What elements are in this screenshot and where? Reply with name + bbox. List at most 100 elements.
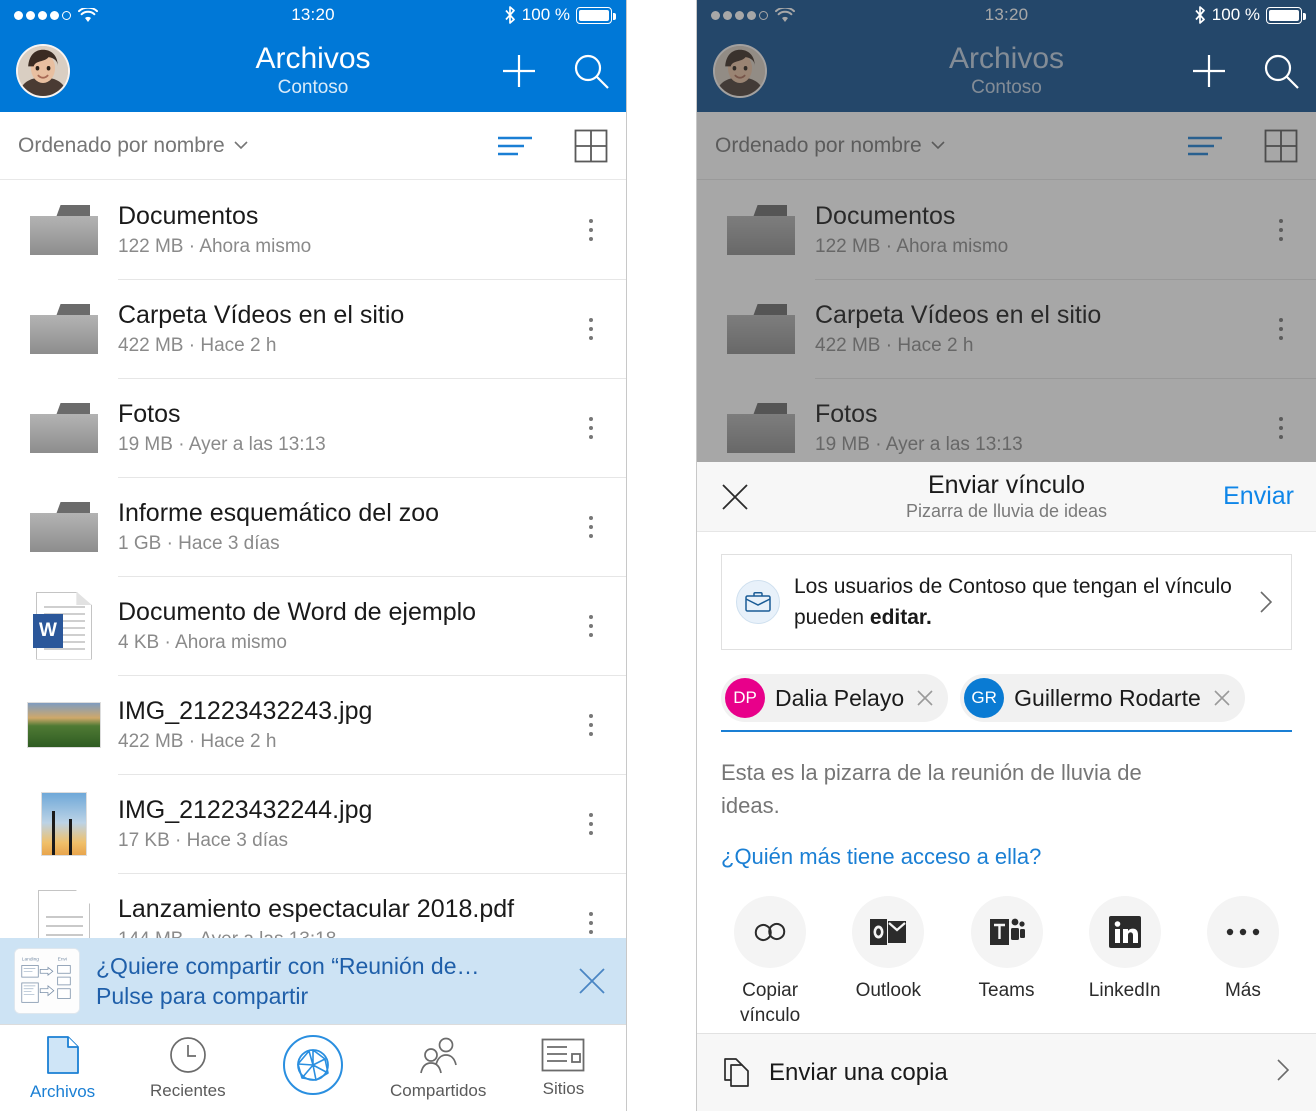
share-notification-banner[interactable]: Landing Envi ¿Quiere compartir con “Reun… xyxy=(0,938,626,1024)
file-name: Informe esquemático del zoo xyxy=(118,498,440,527)
tab-sitios[interactable]: Sitios xyxy=(501,1038,626,1099)
notification-text: ¿Quiere compartir con “Reunión de… Pulse… xyxy=(80,951,572,1011)
tab-label: Archivos xyxy=(30,1081,96,1101)
share-target-mas[interactable]: Más xyxy=(1184,896,1302,1028)
search-icon[interactable] xyxy=(572,52,610,90)
more-options-icon xyxy=(1264,416,1298,439)
share-target-copiar-vinculo[interactable]: Copiar vínculo xyxy=(711,896,829,1028)
file-row-carpeta-videos[interactable]: Carpeta Vídeos en el sitio 422 MB · Hace… xyxy=(0,279,626,378)
recipients-field[interactable]: DP Dalia Pelayo GR Guillermo Rodarte xyxy=(721,674,1292,722)
sort-by-button: Ordenado por nombre xyxy=(715,134,945,158)
file-row-img-243[interactable]: IMG_21223432243.jpg 422 MB · Hace 2 h xyxy=(0,675,626,774)
photo-thumbnail-landscape xyxy=(22,701,106,748)
folder-icon xyxy=(719,402,803,453)
close-icon[interactable] xyxy=(572,964,612,998)
sort-bar: Ordenado por nombre xyxy=(0,112,626,180)
list-view-icon[interactable] xyxy=(496,133,534,159)
more-options-icon[interactable] xyxy=(574,812,608,835)
tab-archivos[interactable]: Archivos xyxy=(0,1035,125,1102)
send-a-copy-row[interactable]: Enviar una copia xyxy=(697,1033,1316,1111)
grid-view-icon[interactable] xyxy=(574,129,608,163)
more-options-icon[interactable] xyxy=(574,614,608,637)
chevron-right-icon xyxy=(1255,590,1277,614)
close-icon[interactable] xyxy=(719,481,751,513)
more-options-icon[interactable] xyxy=(574,218,608,241)
more-options-icon[interactable] xyxy=(574,416,608,439)
file-meta: 122 MB · Ahora mismo xyxy=(118,235,312,257)
file-meta: 4 KB · Ahora mismo xyxy=(118,631,287,653)
notification-subtitle: Pulse para compartir xyxy=(96,983,309,1009)
more-options-icon[interactable] xyxy=(574,515,608,538)
chevron-down-icon xyxy=(931,141,945,150)
recipient-name: Guillermo Rodarte xyxy=(1014,684,1201,711)
file-info: Documentos 122 MB · Ahora mismo xyxy=(803,200,1264,260)
more-options-icon[interactable] xyxy=(574,713,608,736)
tab-camera[interactable] xyxy=(250,1034,375,1103)
recipient-chip-guillermo[interactable]: GR Guillermo Rodarte xyxy=(960,674,1245,722)
bluetooth-icon xyxy=(1195,6,1205,24)
whiteboard-thumbnail: Landing Envi xyxy=(14,948,80,1014)
more-options-icon[interactable] xyxy=(574,317,608,340)
file-row-informe-zoo[interactable]: Informe esquemático del zoo 1 GB · Hace … xyxy=(0,477,626,576)
grid-view-icon xyxy=(1264,129,1298,162)
close-icon-glyph xyxy=(1214,690,1230,706)
screenshot-stage: 13:20 100 % Archivos Contoso Ordenado po… xyxy=(0,0,1316,1111)
people-icon xyxy=(420,1037,458,1073)
briefcase-icon xyxy=(736,580,780,624)
more-options-icon[interactable] xyxy=(574,911,608,934)
folder-icon xyxy=(22,204,106,255)
camera-shutter-icon xyxy=(283,1034,343,1095)
link-permission-row[interactable]: Los usuarios de Contoso que tengan el ví… xyxy=(721,554,1292,650)
avatar[interactable] xyxy=(16,44,70,98)
folder-icon xyxy=(719,303,803,354)
link-icon xyxy=(734,896,807,968)
teams-icon xyxy=(970,896,1043,968)
folder-icon xyxy=(22,402,106,453)
file-row-carpeta-videos: Carpeta Vídeos en el sitio 422 MB · Hace… xyxy=(697,279,1316,378)
file-row-documentos[interactable]: Documentos 122 MB · Ahora mismo xyxy=(0,180,626,279)
send-button[interactable]: Enviar xyxy=(1223,482,1294,511)
recipient-chip-dalia[interactable]: DP Dalia Pelayo xyxy=(721,674,949,722)
tab-compartidos[interactable]: Compartidos xyxy=(376,1036,501,1101)
close-icon[interactable] xyxy=(1211,688,1233,708)
share-targets-row: Copiar vínculo Outlook Teams LinkedIn Má… xyxy=(711,896,1302,1028)
status-bar: 13:20 100 % xyxy=(0,0,626,30)
view-toggle-group xyxy=(1186,129,1298,163)
folder-icon xyxy=(22,303,106,354)
clock-icon xyxy=(169,1036,206,1073)
folder-icon xyxy=(22,501,106,552)
copy-file-icon xyxy=(724,1057,749,1087)
outlook-icon xyxy=(852,896,925,968)
phone-left-files-list: 13:20 100 % Archivos Contoso Ordenado po… xyxy=(0,0,627,1111)
tab-recientes[interactable]: Recientes xyxy=(125,1036,250,1101)
file-meta: 422 MB · Hace 2 h xyxy=(118,334,277,356)
file-meta: 19 MB · Ayer a las 13:13 xyxy=(118,433,326,455)
folder-icon xyxy=(719,204,803,255)
close-icon[interactable] xyxy=(914,688,936,708)
sort-by-button[interactable]: Ordenado por nombre xyxy=(18,134,248,158)
file-row-img-244[interactable]: IMG_21223432244.jpg 17 KB · Hace 3 días xyxy=(0,774,626,873)
message-input[interactable]: Esta es la pizarra de la reunión de lluv… xyxy=(721,756,1151,822)
bottom-tab-bar: Archivos Recientes Compartidos Sitios xyxy=(0,1024,626,1111)
search-icon xyxy=(1264,54,1299,89)
file-list: Documentos 122 MB · Ahora mismo Carpeta … xyxy=(0,180,626,972)
file-info: Carpeta Vídeos en el sitio 422 MB · Hace… xyxy=(106,299,574,359)
more-options-icon xyxy=(1264,218,1298,241)
close-icon-glyph xyxy=(579,968,605,994)
close-icon-glyph xyxy=(917,690,933,706)
share-target-outlook[interactable]: Outlook xyxy=(829,896,947,1028)
file-row-documento-word[interactable]: W Documento de Word de ejemplo 4 KB · Ah… xyxy=(0,576,626,675)
file-name: Lanzamiento espectacular 2018.pdf xyxy=(118,894,515,923)
sort-by-label: Ordenado por nombre xyxy=(715,133,922,157)
share-target-linkedin[interactable]: LinkedIn xyxy=(1066,896,1184,1028)
chevron-down-icon xyxy=(234,141,248,150)
file-row-fotos[interactable]: Fotos 19 MB · Ayer a las 13:13 xyxy=(0,378,626,477)
status-bar-right: 100 % xyxy=(1194,5,1306,25)
file-name: Carpeta Vídeos en el sitio xyxy=(815,300,1102,329)
battery-percent-label: 100 % xyxy=(521,5,570,24)
share-target-teams[interactable]: Teams xyxy=(947,896,1065,1028)
briefcase-icon-glyph xyxy=(745,591,771,612)
nav-bar: Archivos Contoso xyxy=(697,30,1316,112)
who-has-access-link[interactable]: ¿Quién más tiene acceso a ella? xyxy=(721,844,1292,870)
plus-icon[interactable] xyxy=(500,52,538,90)
